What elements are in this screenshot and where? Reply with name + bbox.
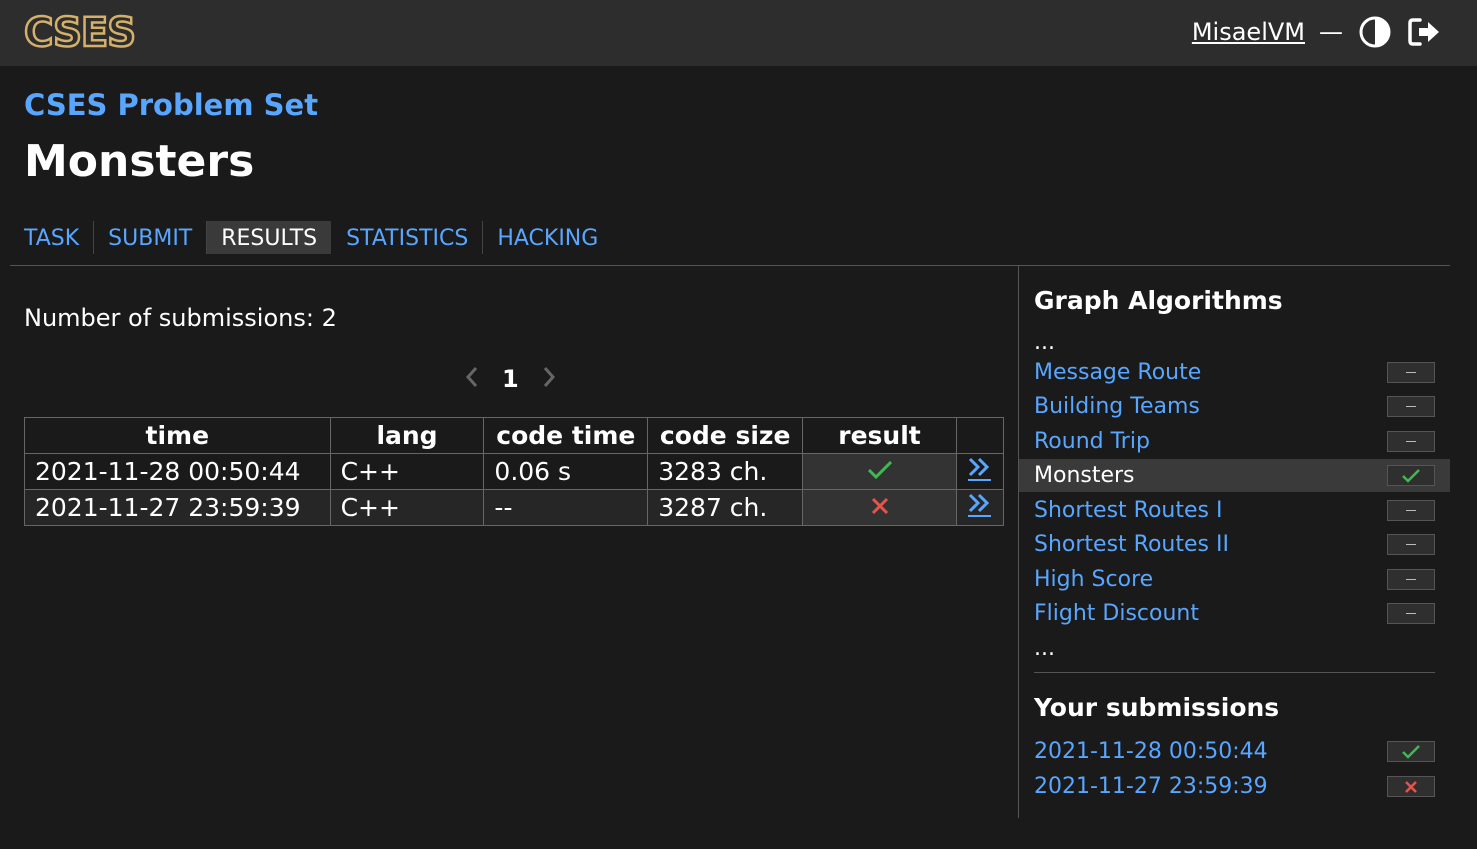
next-page-icon[interactable] bbox=[541, 365, 557, 393]
status-badge-unsolved bbox=[1387, 500, 1435, 521]
sidebar-item-label[interactable]: Monsters bbox=[1034, 463, 1135, 488]
cell-time: 2021-11-28 00:50:44 bbox=[24, 453, 331, 490]
col-header-code-time: code time bbox=[483, 417, 649, 454]
cross-icon bbox=[1405, 780, 1417, 793]
submission-link[interactable]: 2021-11-28 00:50:44 bbox=[1034, 739, 1268, 764]
tab-statistics[interactable]: STATISTICS bbox=[332, 221, 484, 254]
results-table: time lang code time code size result 202… bbox=[24, 417, 1005, 526]
sidebar-ellipsis-bottom: ... bbox=[1034, 636, 1055, 661]
status-badge-unsolved bbox=[1387, 534, 1435, 555]
status-badge-rejected bbox=[1387, 776, 1435, 797]
view-submission-button[interactable] bbox=[955, 489, 1005, 526]
contrast-icon[interactable] bbox=[1357, 14, 1393, 50]
status-badge-unsolved bbox=[1387, 396, 1435, 417]
sidebar-section-title: Graph Algorithms bbox=[1034, 286, 1283, 315]
task-tabs: TASK SUBMIT RESULTS STATISTICS HACKING bbox=[10, 221, 1450, 266]
submission-count: Number of submissions: 2 bbox=[24, 304, 337, 332]
cell-result bbox=[802, 489, 957, 526]
sidebar-item-flight-discount[interactable]: Flight Discount bbox=[1019, 597, 1450, 630]
check-icon bbox=[867, 460, 892, 480]
status-badge-accepted bbox=[1387, 465, 1435, 486]
sidebar-item-label[interactable]: Shortest Routes I bbox=[1034, 498, 1222, 523]
tab-hacking[interactable]: HACKING bbox=[483, 221, 612, 254]
cell-code-time: 0.06 s bbox=[483, 453, 649, 490]
cses-logo[interactable]: CSES bbox=[24, 12, 164, 52]
table-row: 2021-11-28 00:50:44 C++ 0.06 s 3283 ch. bbox=[24, 453, 1005, 490]
prev-page-icon[interactable] bbox=[464, 365, 480, 393]
page-title: Monsters bbox=[24, 136, 255, 187]
double-chevron-right-icon bbox=[967, 493, 991, 517]
tab-submit[interactable]: SUBMIT bbox=[94, 221, 208, 254]
user-area: MisaelVM — bbox=[1192, 12, 1443, 52]
col-header-view bbox=[955, 417, 1005, 454]
cell-lang: C++ bbox=[329, 453, 485, 490]
username-link[interactable]: MisaelVM bbox=[1192, 18, 1305, 46]
cell-code-time: -- bbox=[483, 489, 649, 526]
sidebar-item-shortest-routes-ii[interactable]: Shortest Routes II bbox=[1019, 528, 1450, 561]
logout-icon[interactable] bbox=[1407, 14, 1443, 50]
submission-link[interactable]: 2021-11-27 23:59:39 bbox=[1034, 774, 1268, 799]
double-chevron-right-icon bbox=[967, 457, 991, 481]
top-bar: CSES MisaelVM — bbox=[0, 0, 1477, 66]
sidebar-item-message-route[interactable]: Message Route bbox=[1019, 356, 1450, 389]
cell-time: 2021-11-27 23:59:39 bbox=[24, 489, 331, 526]
view-submission-button[interactable] bbox=[955, 453, 1005, 490]
sidebar-item-label[interactable]: Flight Discount bbox=[1034, 601, 1199, 626]
sidebar-item-label[interactable]: Message Route bbox=[1034, 360, 1201, 385]
cell-code-size: 3283 ch. bbox=[647, 453, 804, 490]
user-separator: — bbox=[1319, 18, 1343, 46]
sidebar-item-monsters[interactable]: Monsters bbox=[1019, 459, 1450, 492]
col-header-lang: lang bbox=[329, 417, 485, 454]
col-header-time: time bbox=[24, 417, 331, 454]
status-badge-unsolved bbox=[1387, 569, 1435, 590]
submissions-title: Your submissions bbox=[1034, 693, 1280, 722]
status-badge-unsolved bbox=[1387, 431, 1435, 452]
col-header-code-size: code size bbox=[647, 417, 804, 454]
col-header-result: result bbox=[802, 417, 957, 454]
sidebar-divider bbox=[1034, 672, 1435, 673]
sidebar-item-round-trip[interactable]: Round Trip bbox=[1019, 425, 1450, 458]
sidebar-item-label[interactable]: Building Teams bbox=[1034, 394, 1200, 419]
sidebar-item-shortest-routes-i[interactable]: Shortest Routes I bbox=[1019, 494, 1450, 527]
status-badge-unsolved bbox=[1387, 362, 1435, 383]
logo-text: CSES bbox=[24, 12, 135, 52]
status-badge-accepted bbox=[1387, 741, 1435, 762]
sidebar-item-building-teams[interactable]: Building Teams bbox=[1019, 390, 1450, 423]
cell-lang: C++ bbox=[329, 489, 485, 526]
tab-task[interactable]: TASK bbox=[10, 221, 95, 254]
cross-icon bbox=[871, 497, 888, 515]
tab-results[interactable]: RESULTS bbox=[207, 221, 332, 254]
pagination: 1 bbox=[464, 362, 557, 396]
sidebar-ellipsis-top: ... bbox=[1034, 330, 1055, 355]
sidebar-item-high-score[interactable]: High Score bbox=[1019, 563, 1450, 596]
sidebar-submission-item[interactable]: 2021-11-28 00:50:44 bbox=[1019, 735, 1450, 768]
sidebar: Graph Algorithms ... Message Route Build… bbox=[1018, 266, 1451, 818]
sidebar-item-label[interactable]: Round Trip bbox=[1034, 429, 1150, 454]
status-badge-unsolved bbox=[1387, 603, 1435, 624]
problemset-title-link[interactable]: CSES Problem Set bbox=[24, 88, 318, 122]
check-icon bbox=[1402, 468, 1420, 483]
sidebar-item-label[interactable]: Shortest Routes II bbox=[1034, 532, 1229, 557]
table-row: 2021-11-27 23:59:39 C++ -- 3287 ch. bbox=[24, 489, 1005, 526]
sidebar-submission-item[interactable]: 2021-11-27 23:59:39 bbox=[1019, 770, 1450, 803]
cell-result bbox=[802, 453, 957, 490]
sidebar-item-label[interactable]: High Score bbox=[1034, 567, 1153, 592]
current-page: 1 bbox=[502, 365, 519, 393]
check-icon bbox=[1402, 744, 1420, 759]
table-header-row: time lang code time code size result bbox=[24, 417, 1005, 454]
cell-code-size: 3287 ch. bbox=[647, 489, 804, 526]
